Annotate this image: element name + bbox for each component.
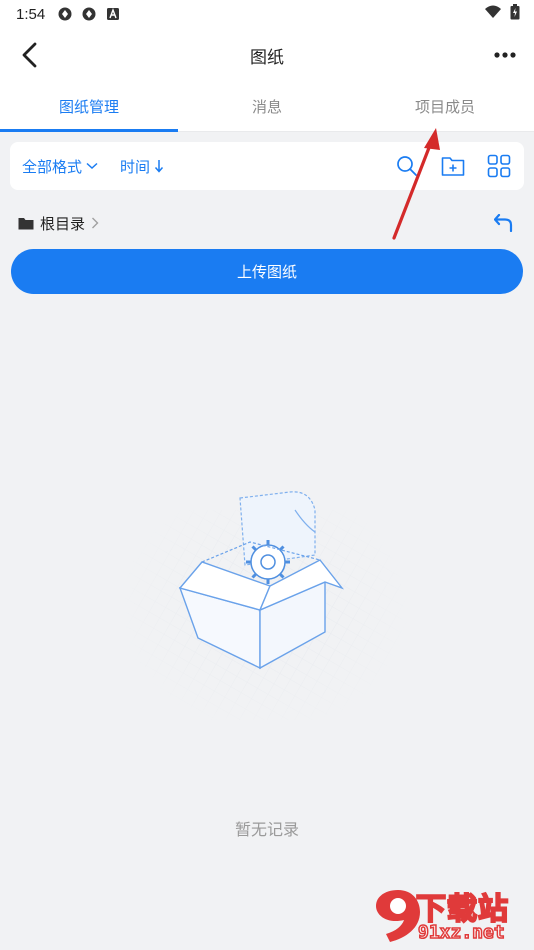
tab-messages[interactable]: 消息 <box>178 82 356 131</box>
filter-toolbar: 全部格式 时间 <box>10 142 524 190</box>
grid-view-button[interactable] <box>486 153 512 179</box>
status-bar: 1:54 <box>0 0 534 28</box>
breadcrumb-root[interactable]: 根目录 <box>40 213 85 234</box>
breadcrumb: 根目录 <box>18 210 99 236</box>
new-folder-button[interactable] <box>440 153 466 179</box>
tab-drawings[interactable]: 图纸管理 <box>0 82 178 132</box>
watermark-line2: 91xz.net <box>417 921 505 944</box>
status-time: 1:54 <box>16 5 46 23</box>
sync-icon <box>57 6 73 22</box>
a-icon <box>105 6 121 22</box>
new-folder-icon <box>441 157 465 176</box>
format-filter-label: 全部格式 <box>22 157 83 176</box>
upload-drawing-button[interactable]: 上传图纸 <box>11 249 523 294</box>
search-button[interactable] <box>394 153 420 179</box>
sort-by-time-button[interactable]: 时间 <box>120 156 164 177</box>
search-icon <box>397 156 417 176</box>
back-button[interactable] <box>16 40 44 70</box>
grid-view-icon <box>487 154 511 178</box>
back-arrow-icon <box>22 42 37 68</box>
go-up-directory-button[interactable] <box>492 210 516 236</box>
empty-box-illustration <box>120 491 410 720</box>
folder-icon <box>18 217 34 229</box>
page-title: 图纸 <box>250 47 284 68</box>
empty-state-text: 暂无记录 <box>234 820 299 839</box>
tab-project-members[interactable]: 项目成员 <box>356 82 534 131</box>
chevron-down-icon <box>86 162 98 170</box>
battery-icon <box>510 4 520 24</box>
tab-bar: 图纸管理 消息 项目成员 <box>0 82 534 132</box>
site-watermark: 下载站 91xz.net <box>372 880 532 948</box>
sort-label: 时间 <box>120 157 151 176</box>
top-navigation-bar: 图纸 <box>0 28 534 82</box>
more-dots-icon <box>494 52 516 58</box>
more-options-button[interactable] <box>490 40 520 70</box>
sync-icon <box>81 6 97 22</box>
arrow-down-icon <box>154 160 164 173</box>
return-up-icon <box>494 214 513 232</box>
wifi-icon <box>484 5 502 23</box>
chevron-right-icon <box>92 217 99 229</box>
format-filter-dropdown[interactable]: 全部格式 <box>22 156 98 177</box>
